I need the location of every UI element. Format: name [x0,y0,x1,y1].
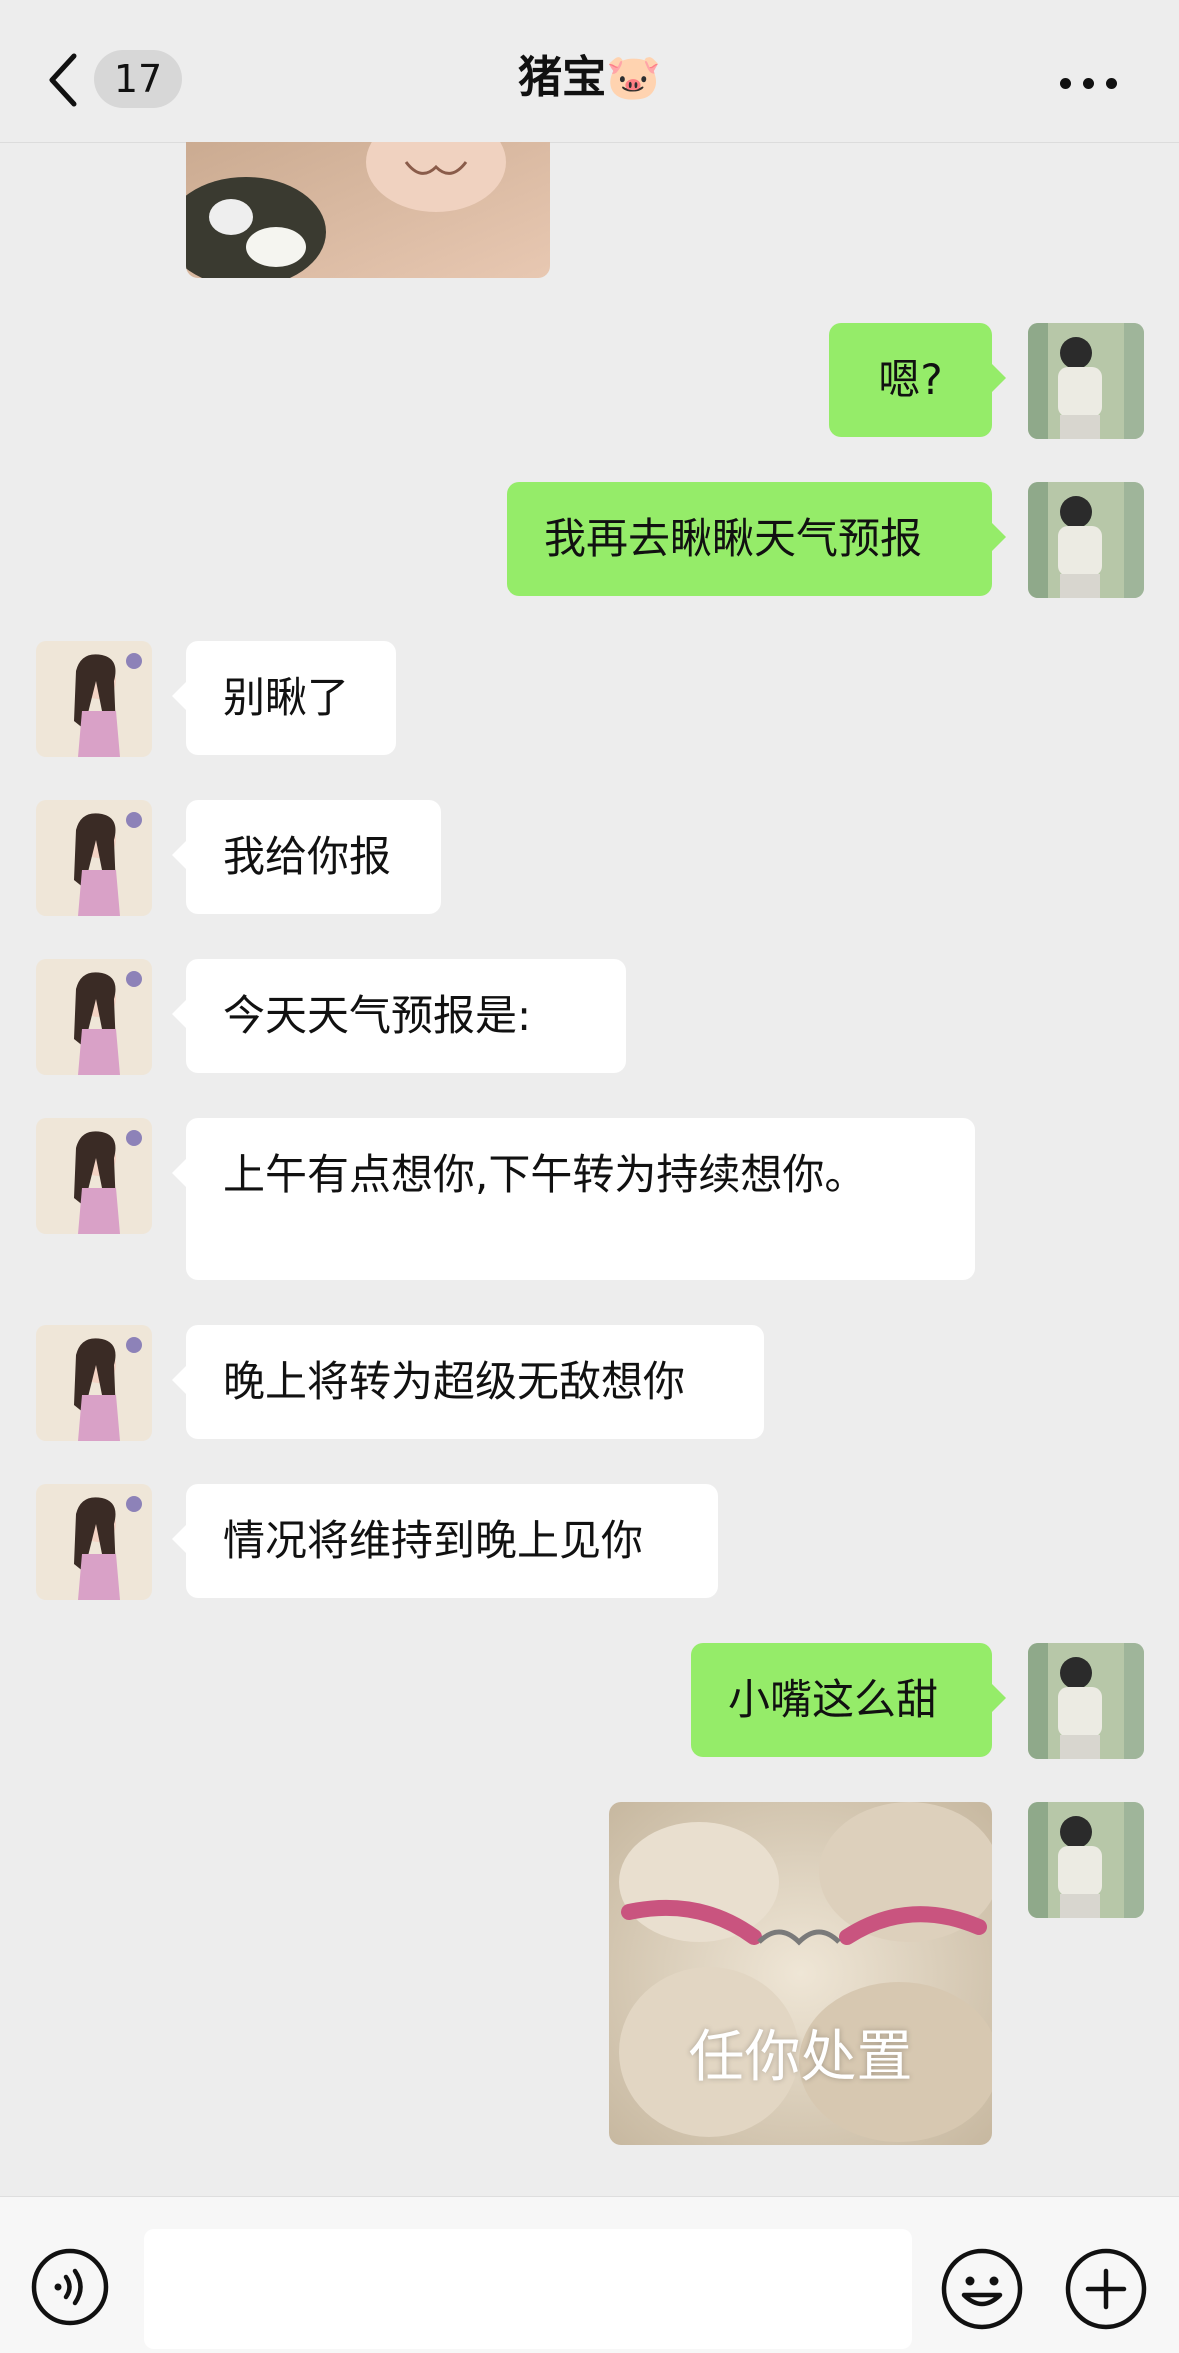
emoji-icon[interactable] [940,2247,1024,2331]
input-bar [0,2196,1179,2353]
more-dots-icon[interactable] [1060,78,1118,90]
incoming-message[interactable]: 我给你报 [172,800,441,914]
avatar[interactable] [36,1484,152,1600]
incoming-message[interactable]: 晚上将转为超级无敌想你 [172,1325,764,1439]
avatar[interactable] [36,1118,152,1234]
avatar[interactable] [36,800,152,916]
outgoing-message[interactable]: 嗯? [829,323,1006,437]
avatar[interactable] [36,641,152,757]
voice-icon[interactable] [30,2247,110,2327]
outgoing-message[interactable]: 我再去瞅瞅天气预报 [507,482,1006,596]
plus-icon[interactable] [1064,2247,1148,2331]
incoming-message[interactable]: 上午有点想你,下午转为持续想你。 [172,1118,975,1280]
avatar[interactable] [1028,1802,1144,1918]
image-message[interactable] [186,142,550,278]
outgoing-message[interactable]: 小嘴这么甜 [691,1643,1006,1757]
avatar[interactable] [1028,1643,1144,1759]
incoming-message[interactable]: 今天天气预报是: [172,959,626,1073]
incoming-message[interactable]: 情况将维持到晚上见你 [172,1484,718,1598]
chat-header: 17 猪宝🐷 [0,0,1179,143]
avatar[interactable] [36,1325,152,1441]
sticker-caption: 任你处置 [688,2025,913,2090]
sticker-message[interactable]: 任你处置 [609,1802,992,2145]
message-input[interactable] [144,2229,912,2349]
avatar[interactable] [1028,482,1144,598]
chat-title: 猪宝🐷 [518,52,661,103]
message-list[interactable]: 嗯? 我再去瞅瞅天气预报 别瞅了 我给你报 今天天气预报是: 上午有点想你,下午… [0,142,1179,2196]
avatar[interactable] [36,959,152,1075]
avatar[interactable] [1028,323,1144,439]
incoming-message[interactable]: 别瞅了 [172,641,396,755]
